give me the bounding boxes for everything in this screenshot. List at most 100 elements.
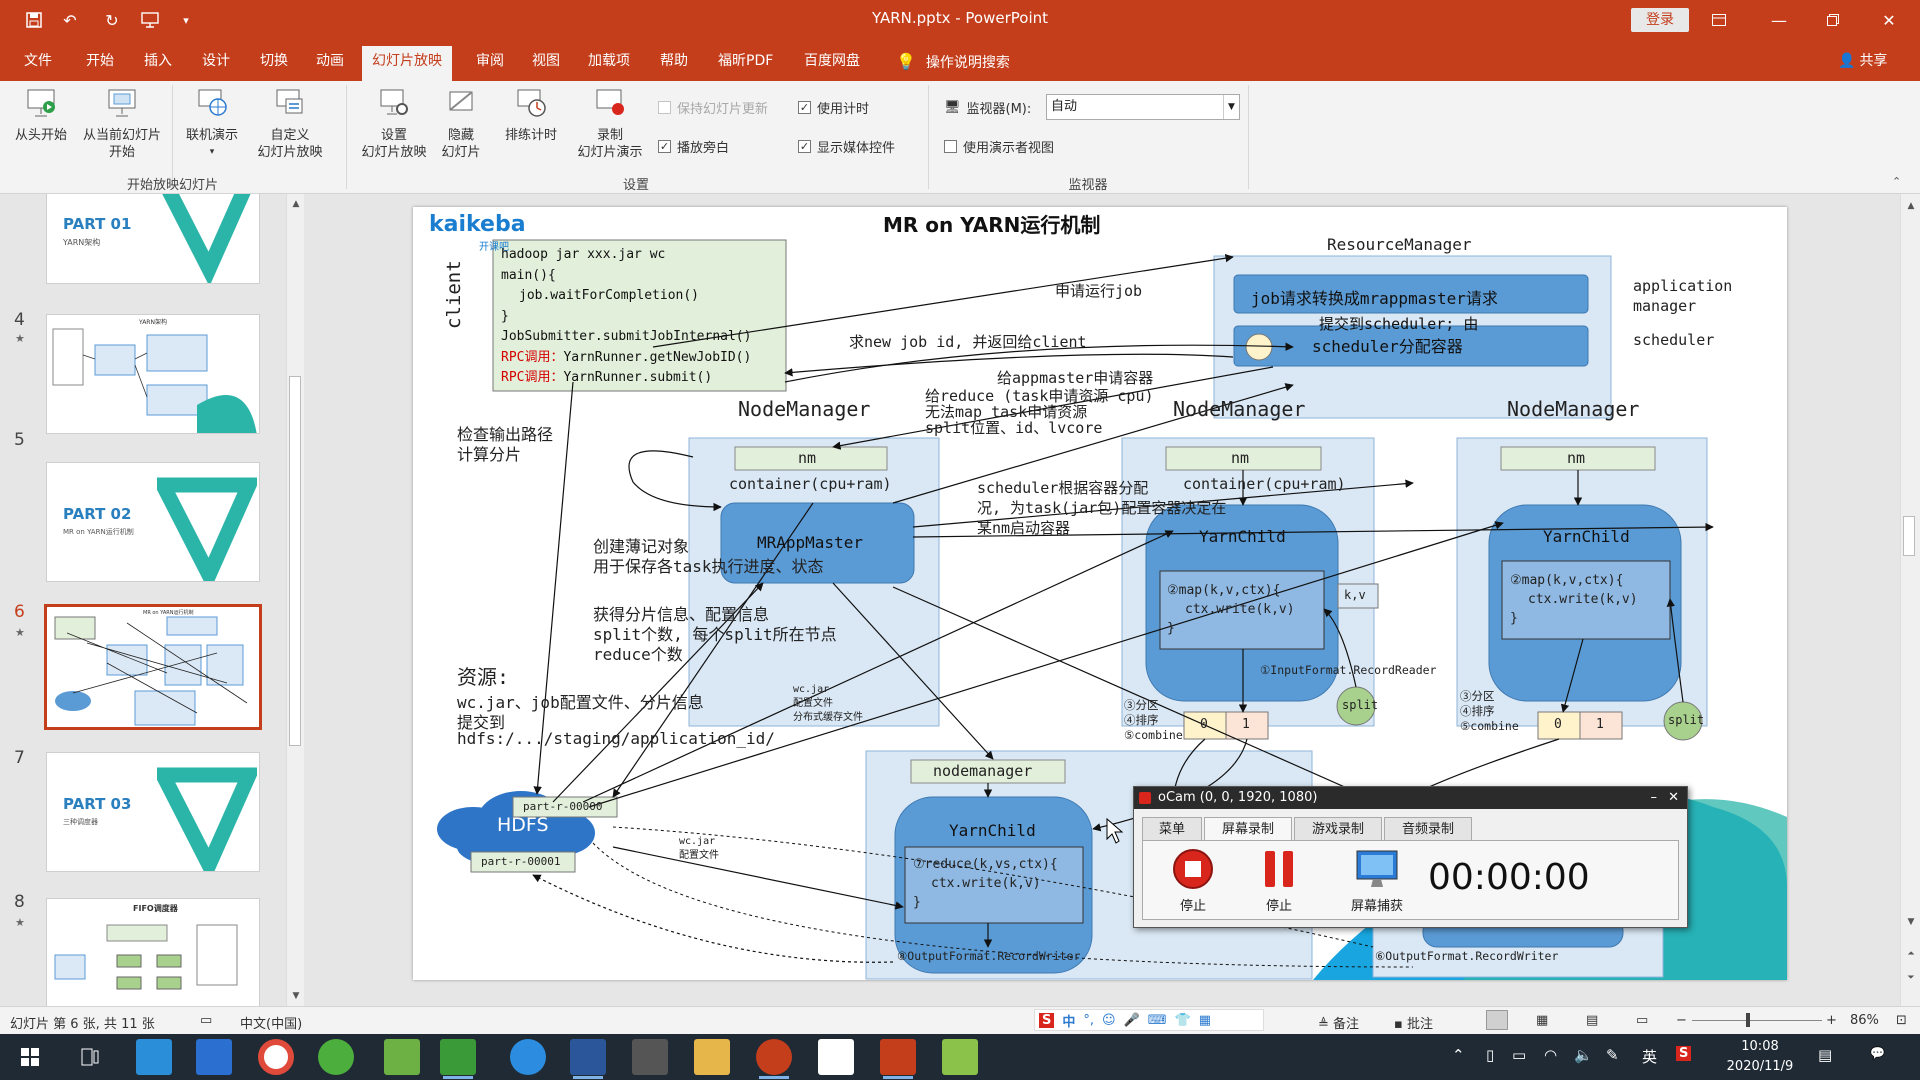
tab-addins[interactable]: 加载项 bbox=[578, 46, 640, 81]
close-icon[interactable]: ✕ bbox=[1866, 0, 1912, 40]
notepad-app-icon[interactable] bbox=[384, 1039, 420, 1075]
app-icon[interactable] bbox=[942, 1039, 978, 1075]
word-icon[interactable] bbox=[570, 1039, 606, 1079]
slide-thumbnail-3[interactable]: PART 01 YARN架构 bbox=[46, 194, 260, 284]
zoom-slider[interactable] bbox=[1692, 1020, 1822, 1021]
ocam-close-icon[interactable]: ✕ bbox=[1668, 787, 1679, 809]
online-present-button[interactable]: 联机演示 ▾ bbox=[178, 87, 246, 161]
restore-icon[interactable] bbox=[1810, 0, 1856, 40]
thumbnail-scrollbar[interactable]: ▲ ▼ bbox=[286, 194, 304, 1006]
scroll-up-icon[interactable]: ▲ bbox=[288, 196, 304, 212]
prev-slide-icon[interactable]: ⏶ bbox=[1903, 946, 1919, 962]
next-slide-icon[interactable]: ⏷ bbox=[1903, 970, 1919, 986]
minimize-icon[interactable]: — bbox=[1756, 0, 1802, 40]
battery-icon[interactable]: ▭ bbox=[1512, 1046, 1526, 1064]
zoom-slider-thumb[interactable] bbox=[1746, 1013, 1750, 1027]
tab-file[interactable]: 文件 bbox=[14, 46, 62, 81]
clock[interactable]: 10:08 2020/11/9 bbox=[1710, 1037, 1810, 1077]
monitor-select[interactable]: 自动 ▼ bbox=[1046, 94, 1240, 120]
slideshow-view-icon[interactable]: ▭ bbox=[1636, 1013, 1648, 1028]
ribbon-display-icon[interactable] bbox=[1696, 0, 1742, 40]
scroll-down-icon[interactable]: ▼ bbox=[1903, 914, 1919, 930]
redo-icon[interactable]: ↻ bbox=[98, 8, 126, 32]
slide-thumbnail-8[interactable]: FIFO调度器 bbox=[46, 898, 260, 1006]
notes-button[interactable]: ≜ 备注 bbox=[1318, 1013, 1359, 1032]
usb-icon[interactable]: ▯ bbox=[1486, 1046, 1494, 1064]
undo-icon[interactable]: ↶ bbox=[56, 8, 84, 32]
from-beginning-button[interactable]: 从头开始 bbox=[8, 87, 74, 144]
login-button[interactable]: 登录 bbox=[1631, 8, 1689, 32]
volume-icon[interactable]: 🔈 bbox=[1574, 1046, 1593, 1064]
green-app-icon[interactable] bbox=[318, 1039, 354, 1075]
tell-me-search[interactable]: 💡 操作说明搜索 bbox=[896, 46, 1010, 77]
ocam-window[interactable]: oCam (0, 0, 1920, 1080) – ✕ 菜单 屏幕录制 游戏录制… bbox=[1133, 786, 1688, 928]
use-timings-checkbox[interactable]: ✓ 使用计时 bbox=[798, 98, 869, 117]
ime-language-indicator[interactable]: 英 bbox=[1642, 1046, 1657, 1067]
ocam-tab-menu[interactable]: 菜单 bbox=[1142, 817, 1202, 841]
tab-review[interactable]: 审阅 bbox=[466, 46, 514, 81]
slide-thumbnail-4[interactable]: YARN架构 bbox=[46, 314, 260, 434]
taskbar-app-icon[interactable] bbox=[136, 1039, 172, 1075]
hide-slide-button[interactable]: 隐藏 幻灯片 bbox=[436, 87, 486, 161]
slide-thumbnail-5[interactable]: PART 02 MR on YARN运行机制 bbox=[46, 462, 260, 582]
save-icon[interactable] bbox=[20, 8, 48, 32]
fit-slide-icon[interactable]: ⊡ bbox=[1896, 1013, 1907, 1028]
zoom-in-icon[interactable]: + bbox=[1826, 1013, 1837, 1028]
zoom-level[interactable]: 86% bbox=[1850, 1013, 1879, 1028]
zoom-out-icon[interactable]: − bbox=[1676, 1013, 1687, 1028]
keep-updated-checkbox[interactable]: 保持幻灯片更新 bbox=[658, 98, 768, 117]
show-media-controls-checkbox[interactable]: ✓ 显示媒体控件 bbox=[798, 137, 895, 156]
scrollbar-thumb[interactable] bbox=[1903, 516, 1915, 556]
slide-sorter-icon[interactable]: ▦ bbox=[1536, 1013, 1548, 1028]
present-icon[interactable] bbox=[136, 8, 164, 32]
tab-foxit-pdf[interactable]: 福昕PDF bbox=[708, 46, 783, 81]
notification-badge[interactable]: 💬 bbox=[1870, 1046, 1885, 1060]
chrome-icon[interactable] bbox=[258, 1039, 294, 1075]
tab-baidu-netdisk[interactable]: 百度网盘 bbox=[794, 46, 870, 81]
ocam-tab-game-record[interactable]: 游戏录制 bbox=[1294, 817, 1382, 841]
custom-slideshow-button[interactable]: 自定义 幻灯片放映 bbox=[246, 87, 334, 161]
feather-app-icon[interactable] bbox=[196, 1039, 232, 1075]
wechat-icon[interactable] bbox=[440, 1039, 476, 1079]
tab-slide-show[interactable]: 幻灯片放映 bbox=[362, 46, 452, 81]
ocam-tab-audio-record[interactable]: 音频录制 bbox=[1384, 817, 1472, 841]
collapse-ribbon-icon[interactable]: ⌃ bbox=[1892, 175, 1901, 188]
slide-thumbnail-6[interactable]: MR on YARN运行机制 bbox=[44, 604, 262, 730]
sogou-tray-icon[interactable]: S bbox=[1676, 1046, 1692, 1061]
rehearse-timings-button[interactable]: 排练计时 bbox=[496, 87, 566, 144]
normal-view-icon[interactable] bbox=[1486, 1010, 1508, 1030]
play-narrations-checkbox[interactable]: ✓ 播放旁白 bbox=[658, 137, 729, 156]
ocam-tab-screen-record[interactable]: 屏幕录制 bbox=[1204, 817, 1292, 841]
tab-help[interactable]: 帮助 bbox=[650, 46, 698, 81]
tab-view[interactable]: 视图 bbox=[522, 46, 570, 81]
wifi-icon[interactable]: ◠ bbox=[1544, 1046, 1557, 1064]
ocam-taskbar-icon[interactable] bbox=[880, 1039, 916, 1079]
comments-button[interactable]: ▪ 批注 bbox=[1394, 1013, 1433, 1032]
file-explorer-icon[interactable] bbox=[694, 1039, 730, 1075]
ime-toolbar[interactable]: S 中 °, ☺ 🎤 ⌨ 👕 ▦ bbox=[1034, 1009, 1264, 1031]
tab-animations[interactable]: 动画 bbox=[306, 46, 354, 81]
tab-transitions[interactable]: 切换 bbox=[250, 46, 298, 81]
powerpoint-icon[interactable] bbox=[756, 1039, 792, 1079]
record-slideshow-button[interactable]: 录制 幻灯片演示 bbox=[566, 87, 654, 161]
ocam-minimize-icon[interactable]: – bbox=[1651, 787, 1658, 809]
set-up-slideshow-button[interactable]: 设置 幻灯片放映 bbox=[350, 87, 438, 161]
ocam-screen-capture-button[interactable]: 屏幕捕获 bbox=[1339, 847, 1415, 914]
pen-icon[interactable]: ✎ bbox=[1606, 1046, 1619, 1064]
ocam-stop-record-button[interactable]: 停止 bbox=[1163, 847, 1223, 914]
share-button[interactable]: 👤 共享 bbox=[1838, 46, 1887, 77]
ocam-title-bar[interactable]: oCam (0, 0, 1920, 1080) – ✕ bbox=[1134, 787, 1687, 809]
tab-design[interactable]: 设计 bbox=[192, 46, 240, 81]
reading-view-icon[interactable]: ▤ bbox=[1586, 1013, 1598, 1028]
feishu-icon[interactable] bbox=[510, 1039, 546, 1075]
video-app-icon[interactable] bbox=[632, 1039, 668, 1075]
tab-insert[interactable]: 插入 bbox=[134, 46, 182, 81]
task-view-icon[interactable] bbox=[72, 1039, 108, 1075]
scrollbar-thumb[interactable] bbox=[289, 376, 301, 746]
presenter-view-checkbox[interactable]: 使用演示者视图 bbox=[944, 137, 1054, 156]
accessibility-icon[interactable]: ▭ bbox=[200, 1013, 212, 1028]
scroll-down-icon[interactable]: ▼ bbox=[288, 988, 304, 1004]
windows-start-icon[interactable] bbox=[12, 1039, 48, 1075]
customize-qat-icon[interactable]: ▾ bbox=[172, 8, 200, 32]
action-center-icon[interactable]: ▤ bbox=[1818, 1046, 1832, 1064]
